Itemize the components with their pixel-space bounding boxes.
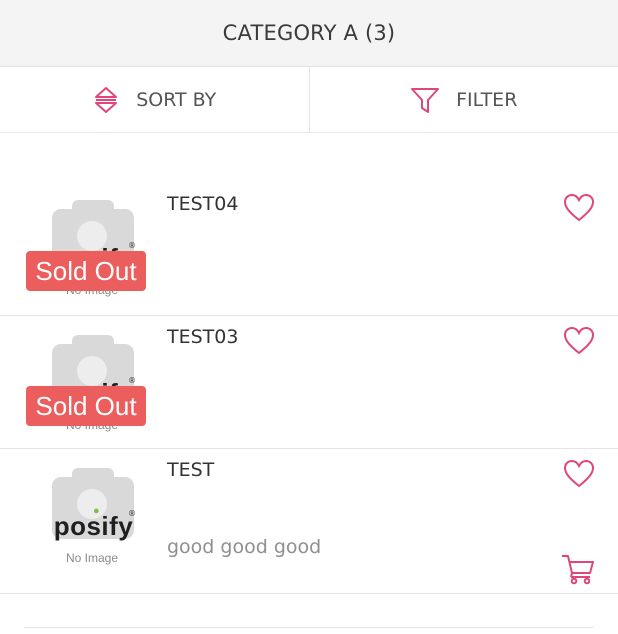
toolbar: SORT BY FILTER — [0, 67, 618, 133]
sort-by-label: SORT BY — [136, 88, 217, 111]
product-row[interactable]: posify ® No Image Sold Out TEST04 — [0, 183, 618, 316]
product-image: ● posify ® No Image — [26, 468, 158, 581]
product-name: TEST — [167, 459, 215, 481]
registered-mark: ® — [128, 509, 136, 518]
filter-button[interactable]: FILTER — [310, 67, 618, 132]
filter-label: FILTER — [456, 88, 518, 111]
brand-logo: ● posify — [53, 505, 134, 541]
product-image: posify ® No Image Sold Out — [26, 335, 158, 448]
sold-out-badge: Sold Out — [26, 386, 146, 426]
registered-mark: ® — [128, 241, 136, 250]
product-name: TEST03 — [167, 326, 239, 348]
product-image: posify ® No Image Sold Out — [26, 200, 158, 313]
sort-icon — [95, 86, 118, 113]
product-row[interactable]: ● posify ® No Image TEST good good good — [0, 449, 618, 594]
sold-out-badge: Sold Out — [26, 251, 146, 291]
product-name: TEST04 — [167, 193, 239, 215]
category-title: CATEGORY A (3) — [222, 21, 396, 45]
product-description: good good good — [167, 536, 322, 558]
heart-icon[interactable] — [563, 459, 595, 489]
category-header: CATEGORY A (3) — [0, 0, 618, 67]
list-divider — [24, 627, 594, 628]
product-row[interactable]: posify ® No Image Sold Out TEST03 — [0, 316, 618, 449]
filter-icon — [411, 87, 440, 113]
heart-icon[interactable] — [563, 326, 595, 356]
heart-icon[interactable] — [563, 193, 595, 223]
no-image-label: No Image — [65, 551, 119, 565]
cart-icon[interactable] — [560, 553, 596, 585]
registered-mark: ® — [128, 376, 136, 385]
sort-by-button[interactable]: SORT BY — [0, 67, 310, 132]
